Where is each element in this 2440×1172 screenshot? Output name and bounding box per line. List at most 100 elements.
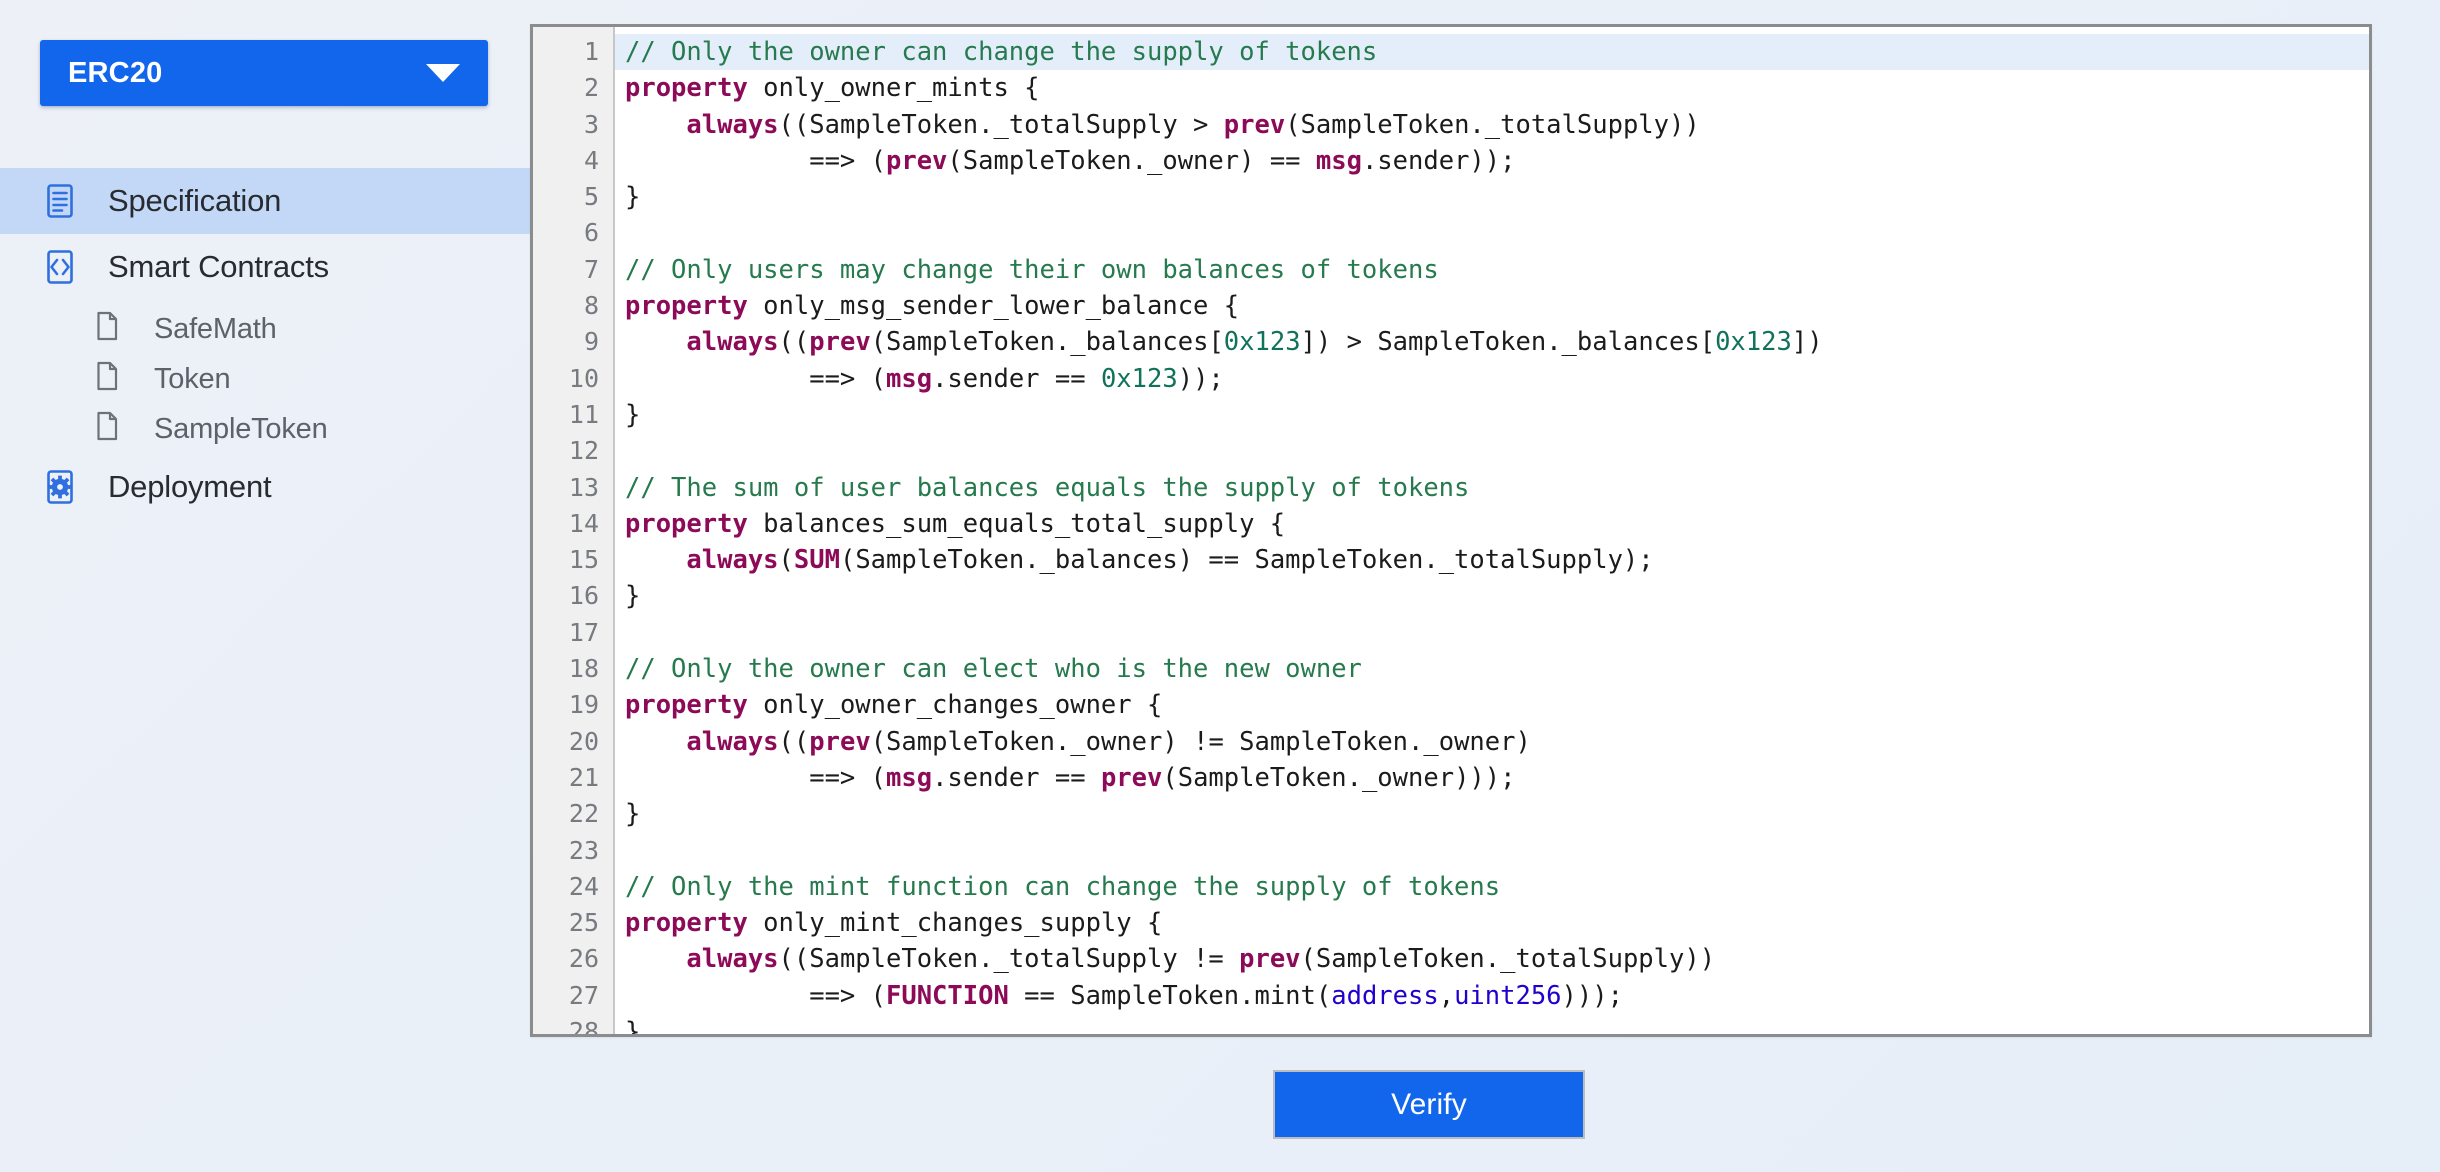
code-token-plain: .sender));: [1361, 145, 1516, 176]
line-number: 23: [568, 835, 599, 865]
code-token-plain: }: [625, 182, 641, 213]
code-line[interactable]: always((prev(SampleToken._balances[0x123…: [615, 324, 2369, 360]
code-token-number: 0x123: [1100, 363, 1178, 394]
code-line[interactable]: always(SUM(SampleToken._balances) == Sam…: [615, 542, 2369, 578]
line-number: 10: [568, 363, 599, 393]
sidebar-item-specification[interactable]: Specification: [0, 168, 530, 234]
line-number: 12: [568, 436, 599, 466]
line-number: 11: [568, 399, 599, 429]
code-token-func: prev: [809, 327, 871, 358]
code-line[interactable]: // Only the owner can change the supply …: [615, 34, 2369, 71]
code-token-plain: ,: [1438, 980, 1455, 1011]
code-token-plain: ((SampleToken._totalSupply !=: [778, 944, 1240, 975]
sidebar-item-label: Smart Contracts: [108, 249, 329, 284]
line-number: 14: [568, 508, 599, 538]
code-token-type: uint256: [1454, 980, 1562, 1011]
code-token-plain: only_owner_mints {: [747, 73, 1040, 104]
code-token-plain: only_owner_changes_owner {: [747, 690, 1163, 721]
line-number: 19: [568, 690, 599, 720]
code-token-plain: }: [625, 799, 641, 830]
code-token-plain: ==> (: [625, 980, 886, 1011]
code-token-plain: (SampleToken._owner) != SampleToken._own…: [870, 726, 1531, 757]
contract-file-token[interactable]: Token: [0, 354, 530, 404]
code-line[interactable]: property only_owner_changes_owner {: [615, 687, 2369, 723]
code-line[interactable]: ==> (msg.sender == 0x123));: [615, 361, 2369, 397]
code-token-plain: }: [625, 399, 641, 430]
code-token-func: SUM: [793, 545, 840, 576]
specification-code-editor[interactable]: 1 2 3 4 5 6 7 8 9 10 11 12 13 14 15 16 17 18 19 20 21 22 23 24 2…: [530, 24, 2372, 1037]
verify-button[interactable]: Verify: [1273, 1070, 1585, 1139]
code-token-plain: (SampleToken._totalSupply)): [1300, 944, 1716, 975]
code-line[interactable]: }: [615, 578, 2369, 614]
code-token-plain: ==> (: [625, 762, 886, 793]
code-token-plain: only_msg_sender_lower_balance {: [747, 291, 1240, 322]
line-number: 26: [568, 944, 599, 974]
line-number: 18: [568, 654, 599, 684]
editor-column: 1 2 3 4 5 6 7 8 9 10 11 12 13 14 15 16 17 18 19 20 21 22 23 24 2…: [530, 0, 2440, 1172]
code-line[interactable]: }: [615, 179, 2369, 215]
gear-icon: [40, 467, 80, 507]
contract-file-label: Token: [154, 362, 231, 395]
code-line[interactable]: [615, 833, 2369, 869]
code-token-plain: only_mint_changes_supply {: [747, 908, 1163, 939]
code-token-keyword: property: [625, 690, 748, 721]
line-number: 24: [568, 871, 599, 901]
code-line[interactable]: }: [615, 397, 2369, 433]
code-line[interactable]: ==> (FUNCTION == SampleToken.mint(addres…: [615, 978, 2369, 1014]
code-token-keyword: property: [625, 291, 748, 322]
line-number: 20: [568, 726, 599, 756]
sidebar-item-deployment[interactable]: Deployment: [0, 454, 530, 520]
code-text-area[interactable]: // Only the owner can change the supply …: [615, 27, 2369, 1034]
line-number: 17: [568, 617, 599, 647]
contract-file-safemath[interactable]: SafeMath: [0, 304, 530, 354]
code-line[interactable]: }: [615, 796, 2369, 832]
contract-file-sampletoken[interactable]: SampleToken: [0, 404, 530, 454]
code-line[interactable]: always((prev(SampleToken._owner) != Samp…: [615, 724, 2369, 760]
code-line[interactable]: [615, 433, 2369, 469]
code-token-plain: ]): [1791, 327, 1823, 358]
line-number: 1: [583, 37, 599, 66]
code-token-plain: ((SampleToken._totalSupply >: [778, 109, 1224, 140]
code-line[interactable]: // Only the mint function can change the…: [615, 869, 2369, 905]
project-selector-dropdown[interactable]: ERC20: [40, 40, 488, 106]
code-token-comment: // Only the owner can change the supply …: [625, 37, 1378, 67]
code-line[interactable]: [615, 215, 2369, 251]
line-number: 7: [583, 254, 599, 284]
code-line[interactable]: // Only users may change their own balan…: [615, 252, 2369, 288]
code-line[interactable]: [615, 615, 2369, 651]
code-token-func: prev: [1239, 944, 1301, 975]
code-token-plain: .sender ==: [932, 762, 1101, 793]
code-line[interactable]: property only_mint_changes_supply {: [615, 905, 2369, 941]
line-number: 6: [583, 218, 599, 248]
code-line[interactable]: // Only the owner can elect who is the n…: [615, 651, 2369, 687]
code-line[interactable]: property balances_sum_equals_total_suppl…: [615, 506, 2369, 542]
code-token-func: prev: [1100, 762, 1163, 793]
code-token-func: prev: [809, 726, 871, 757]
code-line[interactable]: property only_msg_sender_lower_balance {: [615, 288, 2369, 324]
code-token-func: always: [686, 944, 779, 975]
code-token-comment: // The sum of user balances equals the s…: [625, 472, 1470, 503]
code-token-plain: }: [625, 1017, 641, 1034]
code-token-plain: ((: [778, 327, 810, 358]
sidebar-item-smart-contracts[interactable]: Smart Contracts: [0, 234, 530, 300]
code-token-comment: // Only users may change their own balan…: [625, 254, 1439, 285]
code-line[interactable]: ==> (prev(SampleToken._owner) == msg.sen…: [615, 143, 2369, 179]
line-number: 3: [583, 109, 599, 139]
line-number: 9: [583, 327, 599, 357]
code-line[interactable]: // The sum of user balances equals the s…: [615, 470, 2369, 506]
code-token-plain: (SampleToken._totalSupply)): [1285, 109, 1700, 140]
project-selector-label: ERC20: [68, 56, 163, 89]
line-number: 27: [568, 980, 599, 1010]
code-line[interactable]: always((SampleToken._totalSupply > prev(…: [615, 107, 2369, 143]
line-number: 2: [583, 73, 599, 103]
code-line[interactable]: }: [615, 1014, 2369, 1034]
code-line[interactable]: always((SampleToken._totalSupply != prev…: [615, 941, 2369, 977]
code-line[interactable]: property only_owner_mints {: [615, 70, 2369, 106]
code-line[interactable]: ==> (msg.sender == prev(SampleToken._own…: [615, 760, 2369, 796]
file-icon: [90, 409, 130, 449]
code-token-keyword: property: [625, 508, 748, 539]
